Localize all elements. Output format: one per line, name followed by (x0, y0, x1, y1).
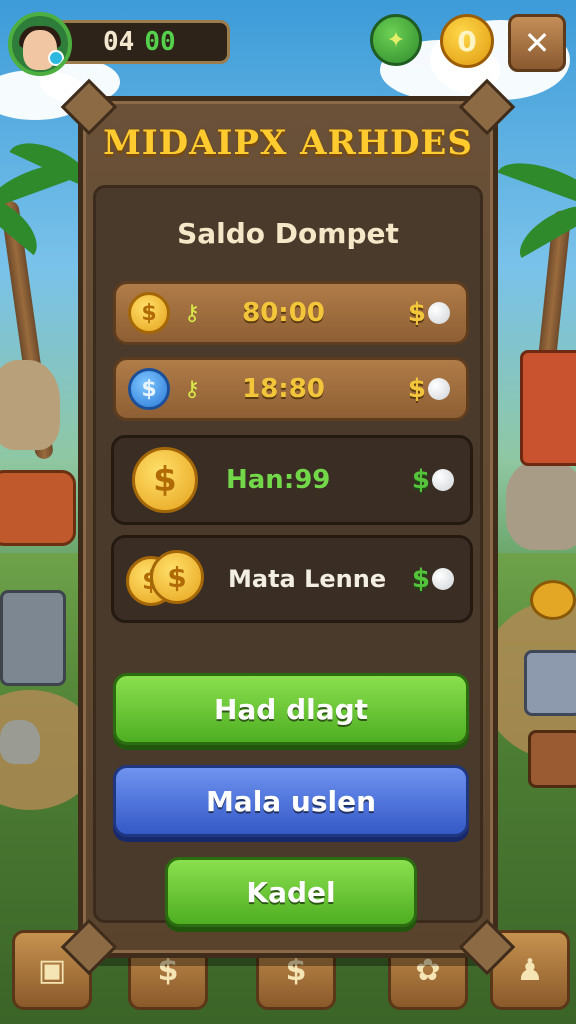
cash-indicator: $ (412, 465, 454, 495)
key-icon: ⚷ (184, 376, 201, 402)
balance-value: 80:00 (242, 298, 325, 328)
gold-coin-icon: $ (132, 447, 198, 513)
gems-button[interactable]: ✦ (370, 14, 422, 66)
box-icon: ▣ (37, 952, 67, 988)
coin-stack-icon: $ $ (126, 548, 208, 610)
avatar[interactable] (8, 12, 72, 76)
gold-coin-icon: $ (128, 292, 170, 334)
cash-indicator: $ (408, 374, 450, 404)
score-primary: 04 (103, 27, 135, 57)
score-bar: 04 00 (54, 20, 230, 64)
gems-icon: ✦ (386, 27, 406, 53)
cash-indicator: $ (412, 564, 454, 594)
blue-coin-icon: $ (128, 368, 170, 410)
reward-row[interactable]: $ $ Mata Lenne $ (111, 535, 473, 623)
score-secondary: 00 (144, 27, 176, 57)
balance-row[interactable]: $ ⚷ 80:00 $ (113, 281, 469, 345)
wallet-panel: MIDAIPX ARHDES Saldo Dompet $ ⚷ 80:00 $ … (60, 78, 516, 976)
secondary-button[interactable]: Mala uslen (113, 765, 469, 837)
coin-button[interactable]: 0 (440, 14, 494, 68)
close-button[interactable]: ✕ (508, 14, 566, 72)
primary-button[interactable]: Had dlagt (113, 673, 469, 745)
tertiary-button[interactable]: Kadel (165, 857, 417, 927)
balance-value: 18:80 (242, 374, 325, 404)
cash-indicator: $ (408, 298, 450, 328)
wallet-subtitle: Saldo Dompet (177, 217, 399, 250)
panel-title: MIDAIPX ARHDES (103, 123, 473, 163)
reward-label: Han:99 (226, 465, 331, 495)
close-icon: ✕ (523, 24, 551, 62)
balance-row[interactable]: $ ⚷ 18:80 $ (113, 357, 469, 421)
coin-icon: 0 (457, 24, 477, 58)
key-icon: ⚷ (184, 300, 201, 326)
profile-icon: ♟ (516, 952, 544, 988)
reward-label: Mata Lenne (228, 565, 387, 593)
online-status-icon (48, 50, 64, 66)
reward-row[interactable]: $ Han:99 $ (111, 435, 473, 525)
